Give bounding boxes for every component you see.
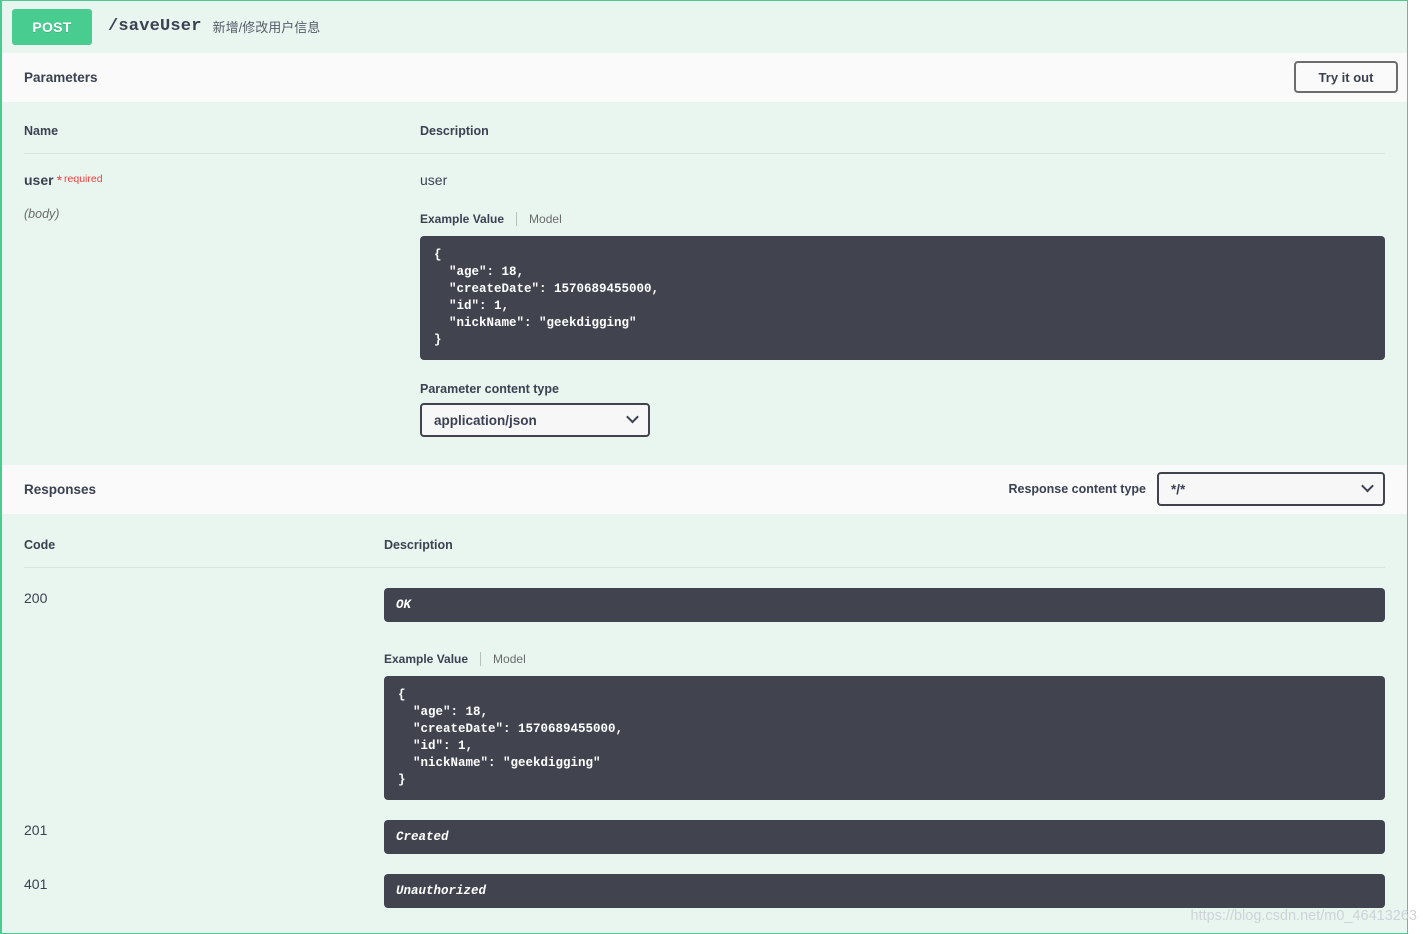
- responses-section-header: Responses Response content type */*: [2, 464, 1407, 514]
- response-body-401: Unauthorized: [384, 874, 1385, 908]
- parameter-example-code[interactable]: { "age": 18, "createDate": 1570689455000…: [420, 236, 1385, 360]
- response-message-201: Created: [384, 820, 1385, 854]
- parameter-name-cell: user * required (body): [24, 172, 420, 437]
- parameter-description-cell: user Example Value Model { "age": 18, "c…: [420, 172, 1385, 437]
- operation-summary-text: 新增/修改用户信息: [212, 20, 321, 35]
- response-row-401: 401 Unauthorized: [24, 854, 1385, 908]
- parameter-name-line: user * required: [24, 172, 420, 190]
- response-example-tabs-200: Example Value Model: [384, 652, 1385, 666]
- response-row-200: 200 OK Example Value Model { "age": 18, …: [24, 568, 1385, 800]
- required-label: required: [64, 173, 103, 185]
- parameter-row-user: user * required (body) user Example Value …: [24, 154, 1385, 437]
- parameter-location: (body): [24, 207, 60, 221]
- response-content-type-select[interactable]: */*: [1157, 472, 1385, 506]
- response-row-201: 201 Created: [24, 800, 1385, 854]
- swagger-ui-page: POST /saveUser 新增/修改用户信息 Parameters Try …: [0, 0, 1423, 934]
- parameter-description: user: [420, 172, 448, 188]
- response-body-200: OK Example Value Model { "age": 18, "cre…: [384, 588, 1385, 800]
- try-it-out-button[interactable]: Try it out: [1294, 61, 1398, 93]
- parameter-name: user: [24, 172, 54, 188]
- response-content-type-group: Response content type */*: [1008, 472, 1385, 506]
- response-code-401: 401: [24, 876, 48, 892]
- column-header-response-description: Description: [384, 538, 453, 552]
- response-content-type-value: */*: [1171, 481, 1186, 497]
- http-method-badge: POST: [12, 8, 92, 45]
- chevron-down-icon: [626, 410, 639, 424]
- parameters-table: Name Description user * required (body) us…: [2, 102, 1407, 437]
- parameter-content-type-value: application/json: [434, 412, 537, 428]
- responses-table-header: Code Description: [24, 514, 1385, 568]
- response-body-201: Created: [384, 820, 1385, 854]
- response-message-401: Unauthorized: [384, 874, 1385, 908]
- response-code-200: 200: [24, 590, 48, 606]
- response-example-code-200[interactable]: { "age": 18, "createDate": 1570689455000…: [384, 676, 1385, 800]
- response-message-200: OK: [384, 588, 1385, 622]
- response-content-type-label: Response content type: [1008, 482, 1146, 496]
- tab-example-value[interactable]: Example Value: [420, 212, 504, 226]
- required-star-icon: *: [56, 172, 63, 188]
- response-code-201: 201: [24, 822, 48, 838]
- column-header-name: Name: [24, 124, 59, 138]
- parameters-table-header: Name Description: [24, 102, 1385, 154]
- responses-title: Responses: [24, 482, 97, 497]
- parameter-content-type-select[interactable]: application/json: [420, 403, 650, 437]
- parameters-section-header: Parameters Try it out: [2, 52, 1407, 102]
- parameter-example-tabs: Example Value Model: [420, 212, 1385, 226]
- tab-model[interactable]: Model: [480, 652, 526, 666]
- responses-table: Code Description 200 OK Example Value Mo…: [2, 514, 1407, 908]
- parameters-title: Parameters: [24, 70, 98, 85]
- tab-model[interactable]: Model: [516, 212, 562, 226]
- parameter-content-type-label: Parameter content type: [420, 382, 559, 396]
- column-header-code: Code: [24, 538, 56, 552]
- tab-example-value[interactable]: Example Value: [384, 652, 468, 666]
- operation-block-post-saveuser: POST /saveUser 新增/修改用户信息 Parameters Try …: [0, 0, 1408, 934]
- section-gap: [2, 437, 1407, 464]
- chevron-down-icon: [1361, 479, 1374, 493]
- operation-summary-bar[interactable]: POST /saveUser 新增/修改用户信息: [2, 1, 1407, 52]
- column-header-description: Description: [420, 124, 489, 138]
- operation-path: /saveUser: [108, 17, 202, 36]
